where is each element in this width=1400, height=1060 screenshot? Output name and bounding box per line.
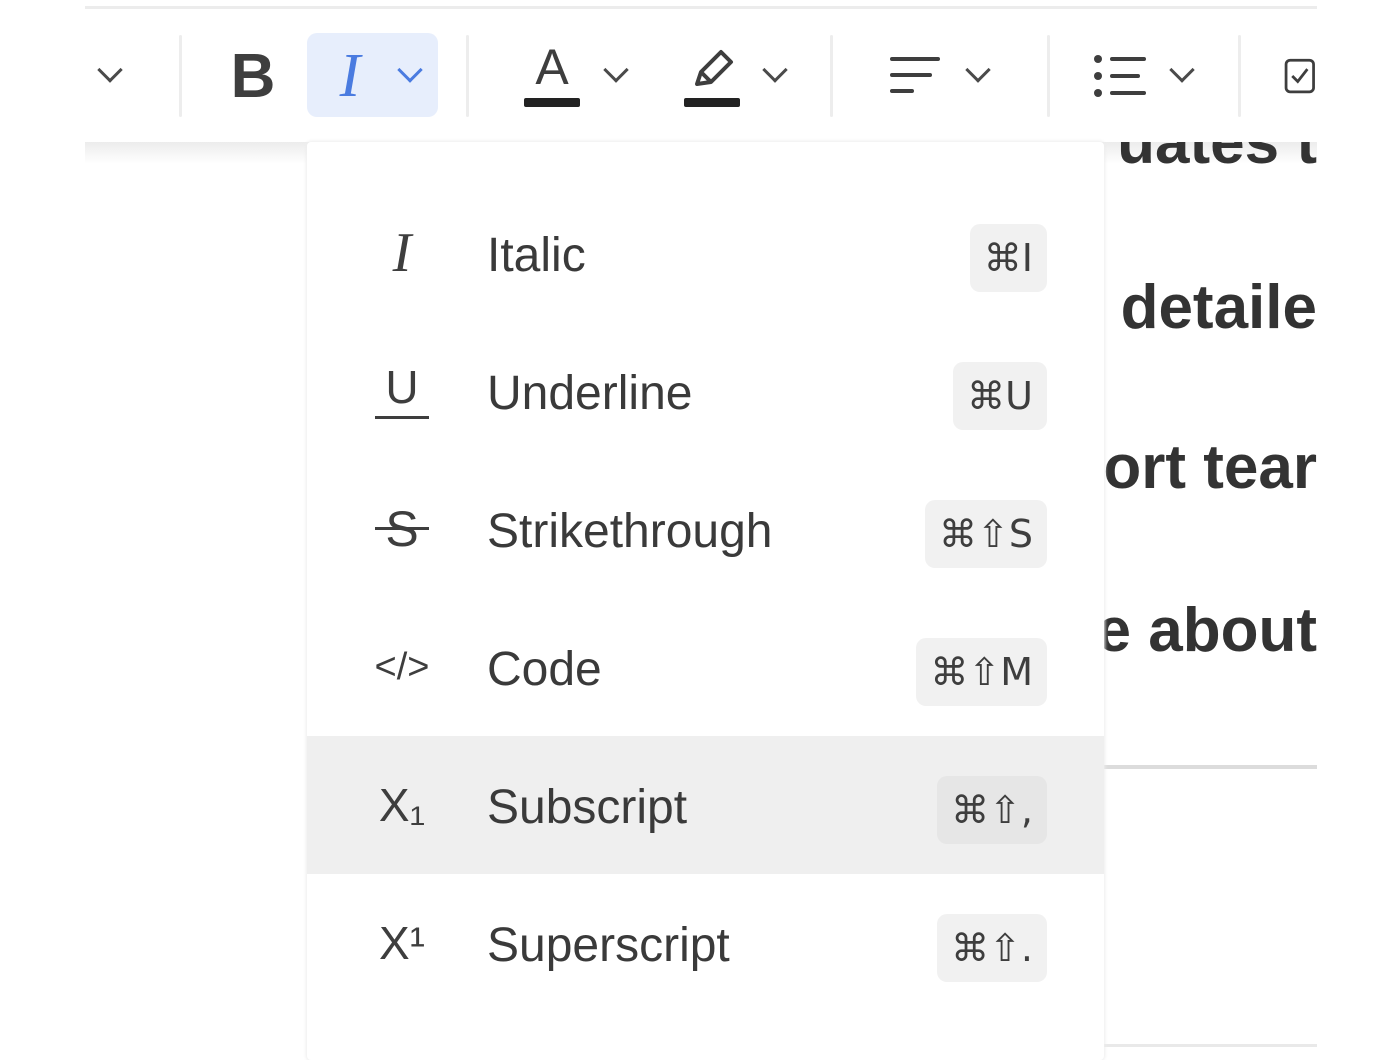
toolbar-top-border <box>85 6 1317 9</box>
toolbar-separator <box>1238 35 1241 117</box>
subscript-icon: X₁ <box>378 779 426 831</box>
menu-item-italic[interactable]: I Italic ⌘I <box>307 184 1104 322</box>
shortcut-badge: ⌘I <box>969 224 1047 292</box>
shortcut-badge: ⌘⇧M <box>916 638 1047 706</box>
menu-item-underline[interactable]: U Underline ⌘U <box>307 322 1104 460</box>
underline-icon: U <box>367 356 437 426</box>
toolbar-separator <box>179 35 182 117</box>
bold-button[interactable]: B <box>222 40 284 112</box>
highlight-button[interactable] <box>681 40 743 112</box>
shortcut-badge: ⌘⇧, <box>937 776 1047 844</box>
list-button[interactable] <box>1090 45 1152 107</box>
italic-icon[interactable]: I <box>325 40 375 112</box>
highlight-chevron-down-icon[interactable] <box>755 45 795 105</box>
previous-dropdown-chevron-icon[interactable] <box>88 45 132 105</box>
align-button[interactable] <box>886 45 946 107</box>
shortcut-badge: ⌘⇧S <box>925 500 1047 568</box>
toolbar-separator <box>466 35 469 117</box>
editor-window: B I A uates t detaile ort tear e about I… <box>0 0 1400 1060</box>
menu-item-label: Superscript <box>487 919 730 972</box>
shortcut-badge: ⌘⇧. <box>937 914 1047 982</box>
menu-item-subscript[interactable]: X₁ Subscript ⌘⇧, <box>307 736 1104 874</box>
document-divider <box>1100 765 1317 769</box>
menu-item-label: Strikethrough <box>487 505 773 558</box>
doc-line: e about <box>1100 596 1317 665</box>
list-chevron-down-icon[interactable] <box>1162 45 1202 105</box>
text-color-chevron-down-icon[interactable] <box>596 45 636 105</box>
italic-chevron-down-icon[interactable] <box>390 45 430 105</box>
highlight-swatch <box>684 97 740 107</box>
menu-item-superscript[interactable]: X¹ Superscript ⌘⇧. <box>307 874 1104 1012</box>
align-chevron-down-icon[interactable] <box>958 45 998 105</box>
menu-item-label: Italic <box>487 229 586 282</box>
doc-line: ort tear <box>1103 433 1317 502</box>
bullet-list-icon <box>1094 55 1146 97</box>
menu-item-strikethrough[interactable]: S Strikethrough ⌘⇧S <box>307 460 1104 598</box>
shortcut-badge: ⌘U <box>953 362 1047 430</box>
document-body: uates t detaile ort tear e about <box>1100 142 1317 702</box>
doc-line: detaile <box>1120 273 1317 342</box>
text-color-icon: A <box>535 38 569 95</box>
checklist-button[interactable] <box>1284 48 1317 104</box>
menu-item-label: Underline <box>487 367 693 420</box>
highlighter-icon <box>695 49 733 86</box>
doc-line: uates t <box>1117 142 1317 177</box>
text-color-button[interactable]: A <box>522 40 582 112</box>
text-color-swatch <box>524 97 580 107</box>
toolbar-separator <box>1047 35 1050 117</box>
menu-item-code[interactable]: </> Code ⌘⇧M <box>307 598 1104 736</box>
menu-item-label: Code <box>487 643 602 696</box>
text-format-dropdown-menu: I Italic ⌘I U Underline ⌘U S Strikethrou… <box>307 142 1104 1060</box>
strikethrough-icon: S <box>367 494 437 564</box>
checkbox-icon <box>1284 58 1315 94</box>
bold-icon: B <box>230 41 276 111</box>
superscript-icon: X¹ <box>379 917 425 969</box>
align-left-icon <box>890 57 940 93</box>
toolbar-separator <box>830 35 833 117</box>
code-icon: </> <box>374 645 430 688</box>
menu-item-label: Subscript <box>487 781 688 834</box>
italic-icon: I <box>392 222 412 284</box>
